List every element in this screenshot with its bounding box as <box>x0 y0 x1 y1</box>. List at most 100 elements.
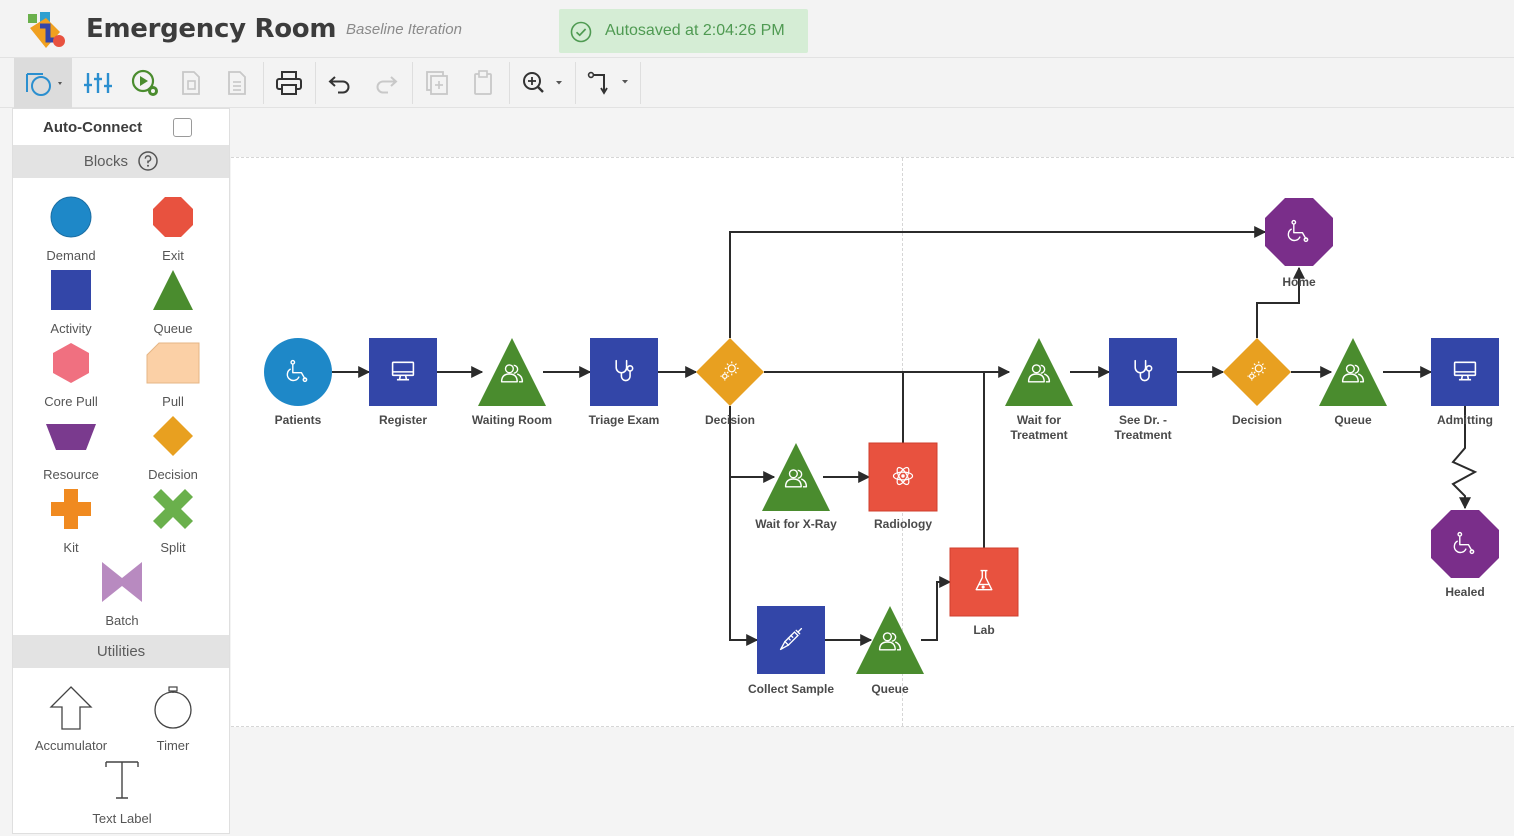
node-wait-treatment[interactable]: Wait forTreatment <box>1005 338 1073 442</box>
node-label: Treatment <box>1010 428 1067 442</box>
palette-block-exit[interactable]: Exit <box>128 195 218 263</box>
palette-utility-accumulator[interactable]: Accumulator <box>26 685 116 753</box>
node-triage-exam[interactable]: Triage Exam <box>589 338 660 427</box>
node-label: Register <box>379 413 427 427</box>
palette-label: Timer <box>156 738 190 753</box>
node-label: Queue <box>1334 413 1372 427</box>
node-label: Healed <box>1445 585 1484 599</box>
node-lab[interactable]: Lab <box>949 547 1019 637</box>
palette-block-core-pull[interactable]: Core Pull <box>26 341 116 409</box>
palette-block-demand[interactable]: Demand <box>26 195 116 263</box>
exit_node-shape[interactable] <box>1265 198 1333 266</box>
demand-shape[interactable] <box>264 338 332 406</box>
play-settings-icon <box>131 69 158 96</box>
palette-label: Queue <box>153 321 193 336</box>
node-wait-xray[interactable]: Wait for X-Ray <box>755 443 837 531</box>
shapes-icon <box>26 73 62 96</box>
palette-block-queue[interactable]: Queue <box>128 268 218 336</box>
app-logo-icon[interactable] <box>26 12 66 50</box>
save-as-scenario-button[interactable] <box>172 58 210 108</box>
palette-label: Accumulator <box>34 738 108 753</box>
queue-triangle-icon <box>153 270 193 310</box>
process-diagram: Patients Register Waiting Room Triage Exam D… <box>264 198 1499 696</box>
toolbar-separator <box>263 62 264 104</box>
run-simulation-button[interactable] <box>124 58 166 108</box>
connector-decision1-to-collect-sample[interactable] <box>729 477 759 646</box>
node-decision1[interactable]: Decision <box>696 338 764 427</box>
document-icon <box>228 71 246 95</box>
palette-block-activity[interactable]: Activity <box>26 268 116 336</box>
printer-icon <box>276 71 302 95</box>
node-radiology[interactable]: Radiology <box>868 442 938 531</box>
palette-block-resource[interactable]: Resource <box>26 414 116 482</box>
node-layer: Patients Register Waiting Room Triage Exam D… <box>264 198 1499 696</box>
parameters-button[interactable] <box>78 58 118 108</box>
node-label: Decision <box>1232 413 1282 427</box>
palette-block-split[interactable]: Split <box>128 487 218 555</box>
node-healed[interactable]: Healed <box>1431 510 1499 599</box>
document-copy-icon <box>182 71 200 95</box>
toolbar-separator <box>640 62 641 104</box>
toolbar-separator <box>575 62 576 104</box>
auto-connect-checkbox[interactable] <box>173 118 192 137</box>
palette-block-pull[interactable]: Pull <box>128 341 218 409</box>
autosave-text: Autosaved at 2:04:26 PM <box>605 22 785 39</box>
print-button[interactable] <box>268 58 310 108</box>
demand-circle-icon <box>50 196 92 238</box>
node-collect-sample[interactable]: Collect Sample <box>748 606 834 696</box>
palette-utility-text-label[interactable]: Text Label <box>77 758 167 826</box>
node-label: Lab <box>973 623 994 637</box>
connector-layer <box>332 226 1478 646</box>
node-decision2[interactable]: Decision <box>1223 338 1291 427</box>
add-block-button[interactable] <box>14 58 72 108</box>
node-label: Triage Exam <box>589 413 660 427</box>
palette-block-batch[interactable]: Batch <box>77 560 167 628</box>
exit_node-shape[interactable] <box>1431 510 1499 578</box>
node-register[interactable]: Register <box>369 338 437 427</box>
auto-connect-row: Auto-Connect <box>13 109 229 145</box>
node-label: Decision <box>705 413 755 427</box>
node-queue-lab[interactable]: Queue <box>856 606 924 696</box>
palette-block-decision[interactable]: Decision <box>128 414 218 482</box>
node-see-dr[interactable]: See Dr. -Treatment <box>1109 338 1177 442</box>
redo-button[interactable] <box>366 58 406 108</box>
node-patients[interactable]: Patients <box>264 338 332 427</box>
zoom-in-icon <box>523 72 562 93</box>
duplicate-icon <box>426 71 448 95</box>
autosave-status: Autosaved at 2:04:26 PM <box>559 9 808 53</box>
palette-label: Exit <box>162 248 184 263</box>
node-home[interactable]: Home <box>1265 198 1333 289</box>
palette-label: Split <box>160 540 186 555</box>
palette-block-kit[interactable]: Kit <box>26 487 116 555</box>
block-palette: Auto-Connect Blocks Demand Exit Activity… <box>12 108 230 834</box>
app-window: Emergency Room Baseline Iteration Autosa… <box>0 0 1514 836</box>
node-waiting-room[interactable]: Waiting Room <box>472 338 552 427</box>
accumulator-arrow-icon <box>49 686 93 730</box>
model-canvas[interactable]: Patients Register Waiting Room Triage Exam D… <box>231 157 1514 727</box>
palette-utility-timer[interactable]: Timer <box>128 685 218 753</box>
node-label: Wait for <box>1017 413 1062 427</box>
activity-shape[interactable] <box>757 606 825 674</box>
exit-shape[interactable] <box>949 547 1019 617</box>
help-icon[interactable] <box>138 150 158 171</box>
node-label: Wait for X-Ray <box>755 517 837 531</box>
node-label: Admitting <box>1437 413 1493 427</box>
report-button[interactable] <box>218 58 256 108</box>
split-x-icon <box>153 489 193 529</box>
text-t-icon <box>105 761 139 799</box>
document-title[interactable]: Emergency Room <box>86 14 336 44</box>
undo-button[interactable] <box>320 58 360 108</box>
connector-queue-lab-to-lab[interactable] <box>921 576 952 641</box>
node-label: Waiting Room <box>472 413 552 427</box>
duplicate-button[interactable] <box>418 58 456 108</box>
paste-button[interactable] <box>464 58 502 108</box>
palette-label: Core Pull <box>44 394 98 409</box>
zoom-button[interactable] <box>514 58 570 108</box>
connector-style-button[interactable] <box>580 58 636 108</box>
connector-decision1-to-home[interactable] <box>729 226 1267 338</box>
node-label: Treatment <box>1114 428 1171 442</box>
activity-square-icon <box>51 270 91 310</box>
node-admitting[interactable]: Admitting <box>1431 338 1499 427</box>
iteration-name[interactable]: Baseline Iteration <box>346 21 462 38</box>
node-queue2[interactable]: Queue <box>1319 338 1387 427</box>
